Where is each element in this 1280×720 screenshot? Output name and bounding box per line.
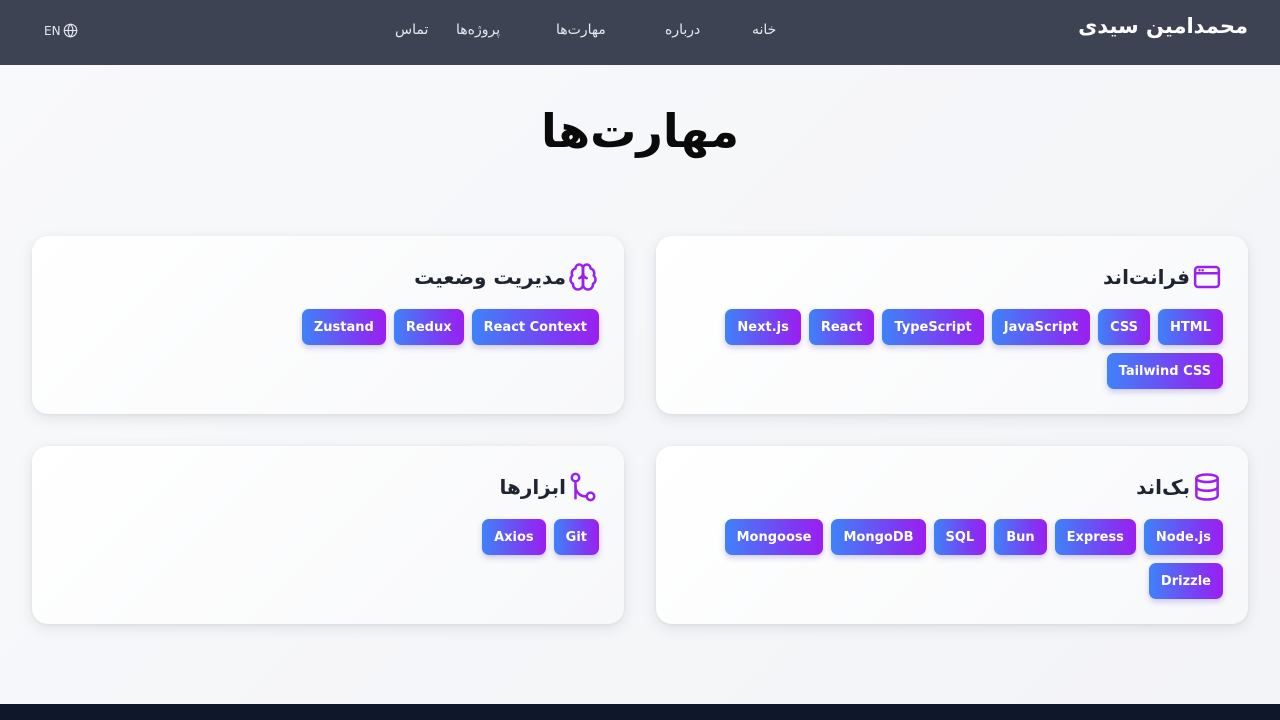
nav-link-contact[interactable]: تماس — [395, 22, 428, 38]
card-title: فرانت‌اند — [1103, 265, 1190, 289]
skill-chip[interactable]: Git — [553, 519, 599, 555]
skill-card-tools: ابزارها Git Axios — [32, 446, 624, 624]
footer — [0, 704, 1280, 720]
skill-chip[interactable]: React Context — [471, 309, 599, 345]
skill-chip[interactable]: Node.js — [1143, 519, 1223, 555]
globe-icon — [63, 23, 77, 38]
skill-chip[interactable]: Mongoose — [724, 519, 824, 555]
skill-chip[interactable]: Axios — [482, 519, 546, 555]
skill-chip[interactable]: TypeScript — [882, 309, 984, 345]
nav-link-projects[interactable]: پروژه‌ها — [456, 22, 500, 38]
skill-chip[interactable]: MongoDB — [831, 519, 926, 555]
database-icon — [1195, 473, 1219, 501]
brain-icon — [569, 263, 597, 291]
skill-chip[interactable]: Express — [1054, 519, 1136, 555]
skill-chip[interactable]: SQL — [933, 519, 987, 555]
browser-window-icon — [1193, 265, 1221, 289]
skill-chip[interactable]: Bun — [994, 519, 1047, 555]
nav-link-skills[interactable]: مهارت‌ها — [556, 22, 606, 38]
skill-chip[interactable]: Zustand — [301, 309, 386, 345]
skill-chip[interactable]: Redux — [393, 309, 464, 345]
nav-link-home[interactable]: خانه — [752, 22, 776, 38]
skill-chip[interactable]: HTML — [1158, 309, 1223, 345]
page-title: مهارت‌ها — [541, 104, 739, 158]
card-title: مدیریت وضعیت — [414, 265, 566, 289]
language-toggle[interactable]: EN — [44, 23, 78, 38]
language-label: EN — [44, 23, 61, 38]
skill-card-frontend: فرانت‌اند HTML CSS JavaScript TypeScript… — [656, 236, 1248, 414]
nav-link-about[interactable]: درباره — [665, 22, 700, 38]
skill-chip[interactable]: React — [808, 309, 875, 345]
card-title: بک‌اند — [1136, 475, 1190, 499]
skill-chip-list: HTML CSS JavaScript TypeScript React Nex… — [663, 309, 1223, 389]
skill-chip[interactable]: JavaScript — [991, 309, 1091, 345]
skill-chip-list: Node.js Express Bun SQL MongoDB Mongoose… — [663, 519, 1223, 599]
navbar: محمدامین سیدی خانه درباره مهارت‌ها پروژه… — [0, 0, 1280, 65]
card-title: ابزارها — [499, 475, 566, 499]
git-branch-icon — [570, 472, 596, 502]
skill-chip[interactable]: Tailwind CSS — [1106, 353, 1223, 389]
brand-name[interactable]: محمدامین سیدی — [1078, 14, 1248, 38]
skill-card-backend: بک‌اند Node.js Express Bun SQL MongoDB M… — [656, 446, 1248, 624]
skill-chip[interactable]: CSS — [1098, 309, 1151, 345]
skill-chip-list: Git Axios — [39, 519, 599, 555]
skill-chip[interactable]: Drizzle — [1148, 563, 1223, 599]
skill-card-state-management: مدیریت وضعیت React Context Redux Zustand — [32, 236, 624, 414]
skill-chip[interactable]: Next.js — [725, 309, 801, 345]
skill-chip-list: React Context Redux Zustand — [39, 309, 599, 345]
